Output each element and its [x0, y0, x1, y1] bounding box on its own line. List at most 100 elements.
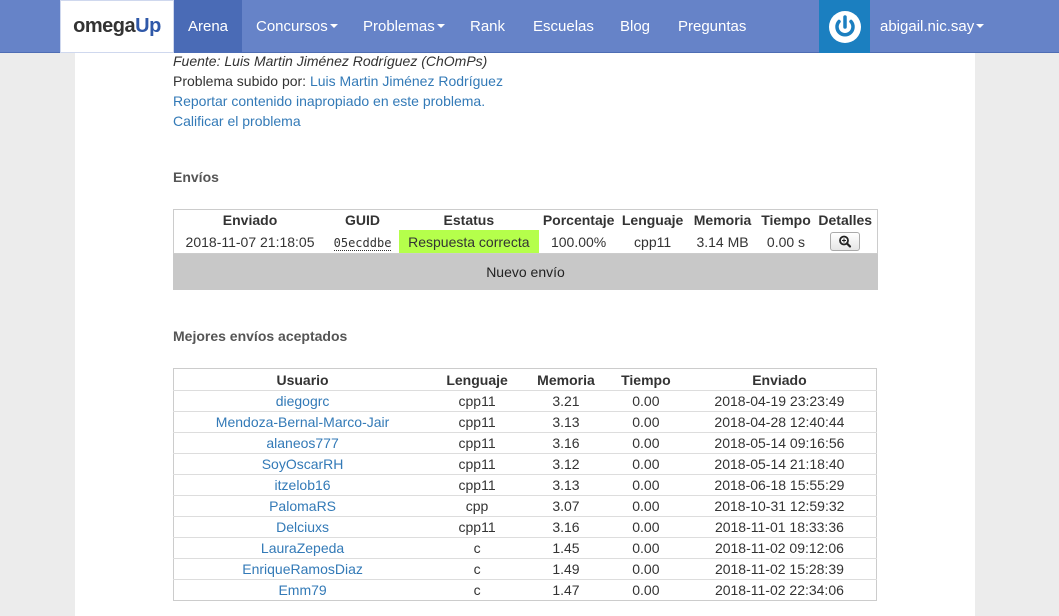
user-link[interactable]: Emm79	[173, 579, 432, 601]
user-link[interactable]: SoyOscarRH	[173, 453, 432, 475]
row-language: cpp11	[431, 516, 524, 538]
row-time: 0.00	[608, 474, 683, 496]
row-sent: 2018-04-19 23:23:49	[682, 390, 877, 412]
row-language: cpp11	[431, 411, 524, 433]
best-submissions-title: Mejores envíos aceptados	[173, 328, 348, 344]
table-row: EnriqueRamosDiaz c 1.49 0.00 2018-11-02 15:2…	[173, 558, 877, 580]
col-lenguaje: Lenguaje	[446, 371, 508, 388]
rate-problem-link[interactable]: Calificar el problema	[173, 113, 301, 129]
row-sent: 2018-11-02 15:28:39	[682, 558, 877, 580]
table-row: PalomaRS cpp 3.07 0.00 2018-10-31 12:59:32	[173, 495, 877, 517]
user-link[interactable]: EnriqueRamosDiaz	[173, 558, 432, 580]
row-memory: 3.16	[523, 516, 609, 538]
submission-language: cpp11	[634, 233, 672, 250]
row-sent: 2018-05-14 09:16:56	[682, 432, 877, 454]
row-sent: 2018-05-14 21:18:40	[682, 453, 877, 475]
col-tiempo: Tiempo	[761, 212, 811, 228]
user-menu[interactable]: abigail.nic.say	[880, 0, 985, 53]
chevron-down-icon	[976, 24, 985, 29]
new-submission-button[interactable]: Nuevo envío	[173, 254, 878, 290]
user-link[interactable]: LauraZepeda	[173, 537, 432, 559]
row-time: 0.00	[608, 495, 683, 517]
table-row: Mendoza-Bernal-Marco-Jair cpp11 3.13 0.00 20…	[173, 411, 877, 433]
table-row: itzelob16 cpp11 3.13 0.00 2018-06-18 15:55:2…	[173, 474, 877, 496]
row-language: cpp11	[431, 474, 524, 496]
col-usuario: Usuario	[276, 371, 329, 388]
nav-problemas-label: Problemas	[363, 18, 435, 35]
user-link[interactable]: Mendoza-Bernal-Marco-Jair	[173, 411, 432, 433]
row-memory: 3.13	[523, 474, 609, 496]
nav-escuelas-label: Escuelas	[533, 18, 594, 35]
magnifier-icon	[839, 235, 852, 248]
row-memory: 1.45	[523, 537, 609, 559]
row-memory: 1.49	[523, 558, 609, 580]
nav-preguntas[interactable]: Preguntas	[678, 0, 746, 53]
submission-sent: 2018-11-07 21:18:05	[185, 233, 315, 250]
avatar[interactable]	[819, 0, 870, 53]
row-sent: 2018-06-18 15:55:29	[682, 474, 877, 496]
row-time: 0.00	[608, 537, 683, 559]
row-language: cpp11	[431, 453, 524, 475]
submission-guid[interactable]: 05ecddbe	[333, 235, 392, 251]
nav-rank[interactable]: Rank	[470, 0, 505, 53]
nav-escuelas[interactable]: Escuelas	[533, 0, 594, 53]
submissions-title: Envíos	[173, 169, 219, 185]
chevron-down-icon	[329, 24, 338, 29]
brand-logo[interactable]: omega Up	[60, 0, 174, 53]
row-time: 0.00	[608, 579, 683, 601]
nav-arena[interactable]: Arena	[174, 0, 243, 53]
nav-blog-label: Blog	[620, 18, 651, 35]
row-sent: 2018-10-31 12:59:32	[682, 495, 877, 517]
row-memory: 3.12	[523, 453, 609, 475]
submissions-table: Enviado GUID Estatus Porcentaje Lenguaje…	[173, 209, 878, 254]
problem-source: Fuente: Luis Martin Jiménez Rodríguez (C…	[173, 53, 488, 69]
row-time: 0.00	[608, 453, 683, 475]
nav-problemas[interactable]: Problemas	[363, 0, 445, 53]
nav-preguntas-label: Preguntas	[678, 18, 747, 35]
best-submissions-table: Usuario Lenguaje Memoria Tiempo Enviado …	[173, 368, 877, 601]
details-button[interactable]	[830, 232, 861, 251]
col-guid: GUID	[345, 212, 381, 228]
report-link[interactable]: Reportar contenido inapropiado en este p…	[173, 93, 485, 109]
brand-part2: Up	[135, 15, 161, 37]
col-memoria: Memoria	[537, 371, 595, 388]
nav-concursos[interactable]: Concursos	[256, 0, 338, 53]
submission-time: 0.00 s	[766, 233, 806, 250]
row-memory: 3.16	[523, 432, 609, 454]
user-link[interactable]: Delciuxs	[173, 516, 432, 538]
col-porcentaje: Porcentaje	[542, 212, 615, 228]
row-language: c	[431, 579, 524, 601]
col-detalles: Detalles	[818, 212, 873, 228]
uploader-link[interactable]: Luis Martin Jiménez Rodríguez	[310, 73, 503, 89]
row-time: 0.00	[608, 516, 683, 538]
user-link[interactable]: alaneos777	[173, 432, 432, 454]
row-memory: 1.47	[523, 579, 609, 601]
col-enviado: Enviado	[752, 371, 807, 388]
status-badge: Respuesta correcta	[398, 230, 539, 254]
row-time: 0.00	[608, 558, 683, 580]
row-memory: 3.13	[523, 411, 609, 433]
table-row: Emm79 c 1.47 0.00 2018-11-02 22:34:06	[173, 579, 877, 601]
table-row: alaneos777 cpp11 3.16 0.00 2018-05-14 09:16:…	[173, 432, 877, 454]
col-enviado: Enviado	[222, 212, 278, 228]
row-time: 0.00	[608, 390, 683, 412]
nav-arena-label: Arena	[188, 18, 229, 35]
row-language: c	[431, 537, 524, 559]
nav-rank-label: Rank	[470, 18, 506, 35]
row-language: cpp	[431, 495, 524, 517]
user-link[interactable]: itzelob16	[173, 474, 432, 496]
col-lenguaje: Lenguaje	[621, 212, 684, 228]
best-header-row: Usuario Lenguaje Memoria Tiempo Enviado	[174, 369, 877, 391]
uploaded-by: Problema subido por: Luis Martin Jiménez…	[173, 73, 503, 89]
row-sent: 2018-11-02 09:12:06	[682, 537, 877, 559]
user-link[interactable]: PalomaRS	[173, 495, 432, 517]
col-estatus: Estatus	[443, 212, 495, 228]
submission-guid-cell: 05ecddbe	[326, 230, 399, 254]
row-sent: 2018-11-02 22:34:06	[682, 579, 877, 601]
nav-blog[interactable]: Blog	[620, 0, 650, 53]
row-language: cpp11	[431, 432, 524, 454]
main-panel: Fuente: Luis Martin Jiménez Rodríguez (C…	[75, 53, 975, 616]
user-link[interactable]: diegogrc	[173, 390, 432, 412]
row-time: 0.00	[608, 411, 683, 433]
table-row: diegogrc cpp11 3.21 0.00 2018-04-19 23:23:49	[173, 390, 877, 412]
